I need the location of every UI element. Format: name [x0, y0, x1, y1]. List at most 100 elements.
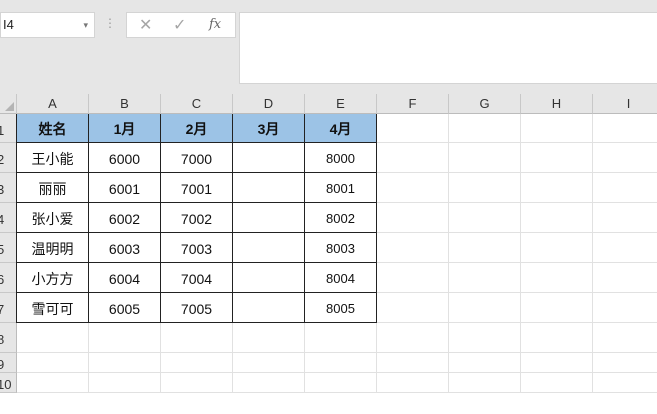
cell-a10[interactable] [17, 373, 89, 393]
cell-i1[interactable] [593, 114, 657, 143]
cell-e5[interactable]: 8003 [305, 233, 377, 263]
cell-e10[interactable] [305, 373, 377, 393]
column-header-e[interactable]: E [305, 94, 377, 114]
cell-g6[interactable] [449, 263, 521, 293]
cell-b5[interactable]: 6003 [89, 233, 161, 263]
cell-d1[interactable]: 3月 [233, 114, 305, 143]
cell-b1[interactable]: 1月 [89, 114, 161, 143]
name-box[interactable]: I4 ▾ [0, 12, 95, 38]
cell-i7[interactable] [593, 293, 657, 323]
cell-h9[interactable] [521, 353, 593, 373]
column-header-c[interactable]: C [161, 94, 233, 114]
row-header-1[interactable]: 1 [0, 114, 17, 143]
cell-h3[interactable] [521, 173, 593, 203]
cell-d5[interactable] [233, 233, 305, 263]
cell-f4[interactable] [377, 203, 449, 233]
cell-g4[interactable] [449, 203, 521, 233]
cell-d2[interactable] [233, 143, 305, 173]
cell-c7[interactable]: 7005 [161, 293, 233, 323]
cell-d7[interactable] [233, 293, 305, 323]
column-header-f[interactable]: F [377, 94, 449, 114]
cell-f3[interactable] [377, 173, 449, 203]
cell-c10[interactable] [161, 373, 233, 393]
cell-e2[interactable]: 8000 [305, 143, 377, 173]
cell-g7[interactable] [449, 293, 521, 323]
cell-e4[interactable]: 8002 [305, 203, 377, 233]
cell-e9[interactable] [305, 353, 377, 373]
cell-c1[interactable]: 2月 [161, 114, 233, 143]
row-header-5[interactable]: 5 [0, 233, 17, 263]
cell-b2[interactable]: 6000 [89, 143, 161, 173]
cell-g9[interactable] [449, 353, 521, 373]
cell-d3[interactable] [233, 173, 305, 203]
cell-h7[interactable] [521, 293, 593, 323]
column-header-a[interactable]: A [17, 94, 89, 114]
cell-f2[interactable] [377, 143, 449, 173]
cell-a2[interactable]: 王小能 [17, 143, 89, 173]
cell-a7[interactable]: 雪可可 [17, 293, 89, 323]
cell-a9[interactable] [17, 353, 89, 373]
column-header-i[interactable]: I [593, 94, 657, 114]
row-header-8[interactable]: 8 [0, 323, 17, 353]
chevron-down-icon[interactable]: ▾ [83, 13, 88, 37]
cell-e6[interactable]: 8004 [305, 263, 377, 293]
cell-a4[interactable]: 张小爱 [17, 203, 89, 233]
cell-f7[interactable] [377, 293, 449, 323]
cell-f1[interactable] [377, 114, 449, 143]
column-header-b[interactable]: B [89, 94, 161, 114]
cell-i9[interactable] [593, 353, 657, 373]
cell-a1[interactable]: 姓名 [17, 114, 89, 143]
cancel-icon[interactable]: ✕ [139, 15, 152, 35]
row-header-4[interactable]: 4 [0, 203, 17, 233]
cell-b4[interactable]: 6002 [89, 203, 161, 233]
cell-f6[interactable] [377, 263, 449, 293]
row-header-9[interactable]: 9 [0, 353, 17, 373]
cell-g8[interactable] [449, 323, 521, 353]
spreadsheet-grid[interactable]: A B C D E F G H I 1 姓名 1月 2月 3月 4月 2 王小能 6000 7000 8000 3 丽丽 6… [0, 94, 657, 414]
select-all-corner[interactable] [0, 94, 17, 114]
row-header-6[interactable]: 6 [0, 263, 17, 293]
cell-f9[interactable] [377, 353, 449, 373]
cell-g2[interactable] [449, 143, 521, 173]
insert-function-icon[interactable]: fx [209, 17, 221, 32]
cell-d10[interactable] [233, 373, 305, 393]
column-header-g[interactable]: G [449, 94, 521, 114]
cell-h5[interactable] [521, 233, 593, 263]
formula-input[interactable] [239, 12, 657, 84]
cell-a5[interactable]: 温明明 [17, 233, 89, 263]
cell-d8[interactable] [233, 323, 305, 353]
cell-c8[interactable] [161, 323, 233, 353]
cell-i10[interactable] [593, 373, 657, 393]
row-header-10[interactable]: 10 [0, 373, 17, 393]
cell-b7[interactable]: 6005 [89, 293, 161, 323]
cell-h10[interactable] [521, 373, 593, 393]
cell-h8[interactable] [521, 323, 593, 353]
cell-g10[interactable] [449, 373, 521, 393]
cell-i2[interactable] [593, 143, 657, 173]
cell-f5[interactable] [377, 233, 449, 263]
cell-a8[interactable] [17, 323, 89, 353]
cell-c2[interactable]: 7000 [161, 143, 233, 173]
cell-f8[interactable] [377, 323, 449, 353]
cell-b3[interactable]: 6001 [89, 173, 161, 203]
cell-c5[interactable]: 7003 [161, 233, 233, 263]
cell-h6[interactable] [521, 263, 593, 293]
cell-b9[interactable] [89, 353, 161, 373]
cell-b10[interactable] [89, 373, 161, 393]
cell-i3[interactable] [593, 173, 657, 203]
cell-c6[interactable]: 7004 [161, 263, 233, 293]
cell-i6[interactable] [593, 263, 657, 293]
cell-i5[interactable] [593, 233, 657, 263]
cell-e1[interactable]: 4月 [305, 114, 377, 143]
cell-b6[interactable]: 6004 [89, 263, 161, 293]
cell-d9[interactable] [233, 353, 305, 373]
cell-g1[interactable] [449, 114, 521, 143]
cell-h4[interactable] [521, 203, 593, 233]
cell-h2[interactable] [521, 143, 593, 173]
cell-i8[interactable] [593, 323, 657, 353]
cell-e8[interactable] [305, 323, 377, 353]
row-header-3[interactable]: 3 [0, 173, 17, 203]
cell-a6[interactable]: 小方方 [17, 263, 89, 293]
column-header-d[interactable]: D [233, 94, 305, 114]
cell-e7[interactable]: 8005 [305, 293, 377, 323]
